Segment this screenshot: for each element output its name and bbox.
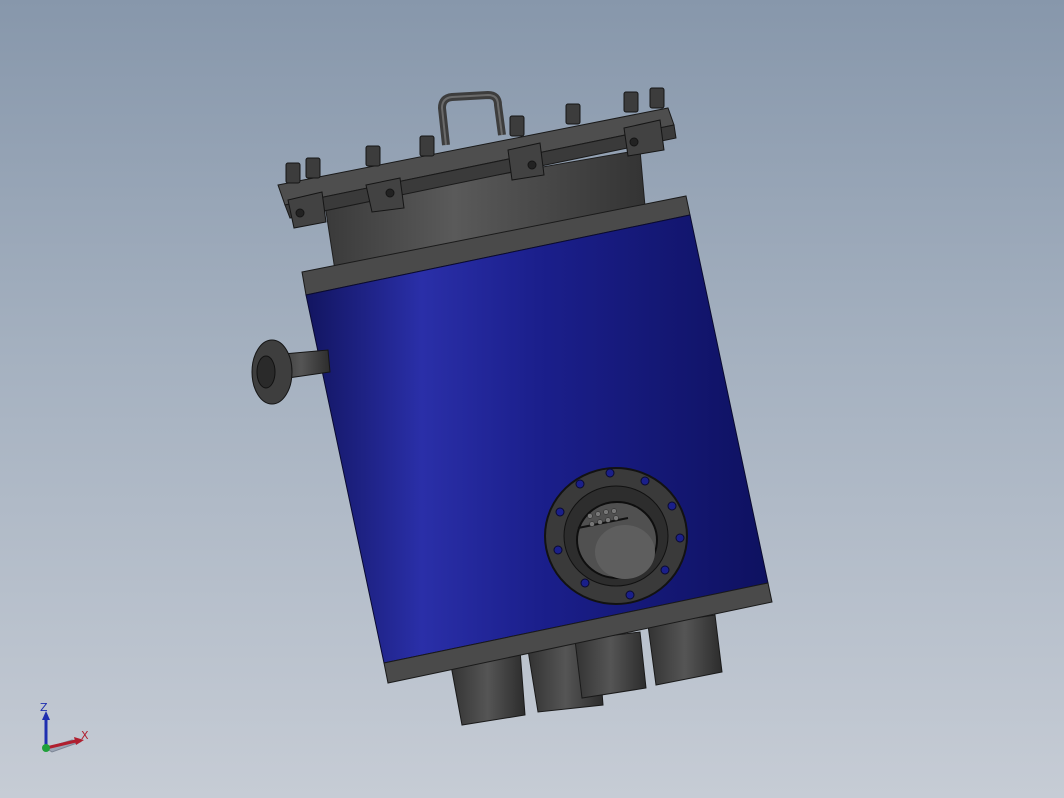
- bolt-icon: [419, 135, 435, 157]
- bolt-icon: [365, 145, 381, 167]
- x-axis-label: X: [81, 729, 89, 742]
- bolt-icon: [623, 91, 639, 113]
- front-manway: [544, 467, 688, 605]
- bolt-icon: [649, 87, 665, 109]
- bottom-pipe-3: [574, 631, 647, 699]
- cad-viewport[interactable]: Z X: [0, 0, 1064, 798]
- y-axis-icon: [42, 744, 50, 752]
- clamp-bracket: [507, 142, 545, 181]
- bolt-icon: [285, 162, 301, 184]
- bolt-icon: [305, 157, 321, 179]
- view-orientation-triad[interactable]: Z X: [40, 701, 89, 753]
- z-axis-label: Z: [40, 701, 48, 714]
- bolt-icon: [565, 103, 581, 125]
- vessel-body: [305, 214, 769, 664]
- lifting-handle: [438, 91, 506, 146]
- bolt-icon: [509, 115, 525, 137]
